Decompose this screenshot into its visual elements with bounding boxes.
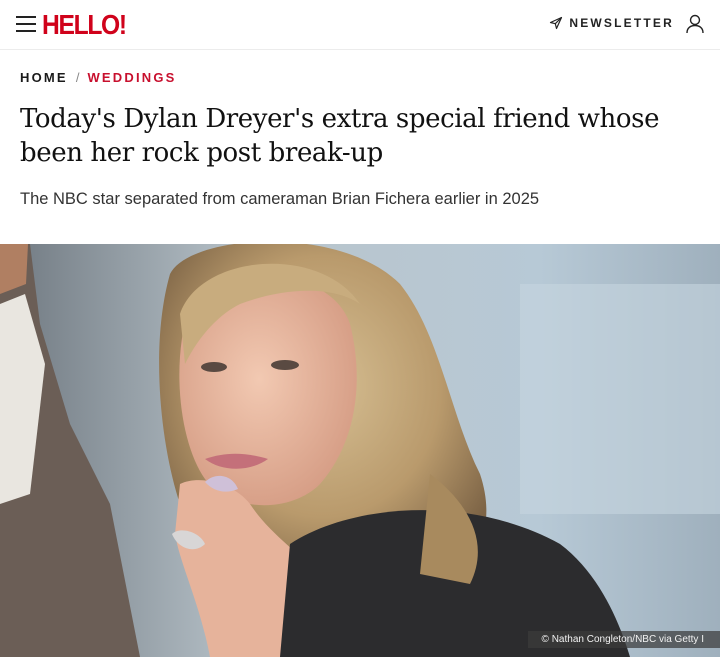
breadcrumb: HOME / WEDDINGS [20,70,177,85]
article-headline: Today's Dylan Dreyer's extra special fri… [20,104,660,168]
hamburger-icon[interactable] [16,16,36,32]
newsletter-button[interactable]: NEWSLETTER [549,16,674,30]
article-subheadline: The NBC star separated from cameraman Br… [20,190,540,208]
site-logo[interactable]: HELLO! [42,9,127,41]
breadcrumb-home-link[interactable]: HOME [20,70,68,85]
hero-photo [0,244,720,657]
user-icon[interactable] [684,13,706,35]
hero-image: © Nathan Congleton/NBC via Getty I [0,244,720,657]
send-icon [550,16,563,30]
site-header: HELLO! NEWSLETTER [0,0,720,50]
breadcrumb-separator: / [75,70,80,85]
breadcrumb-category-link[interactable]: WEDDINGS [87,70,176,85]
image-credit: © Nathan Congleton/NBC via Getty I [527,631,720,648]
newsletter-label: NEWSLETTER [569,16,674,30]
